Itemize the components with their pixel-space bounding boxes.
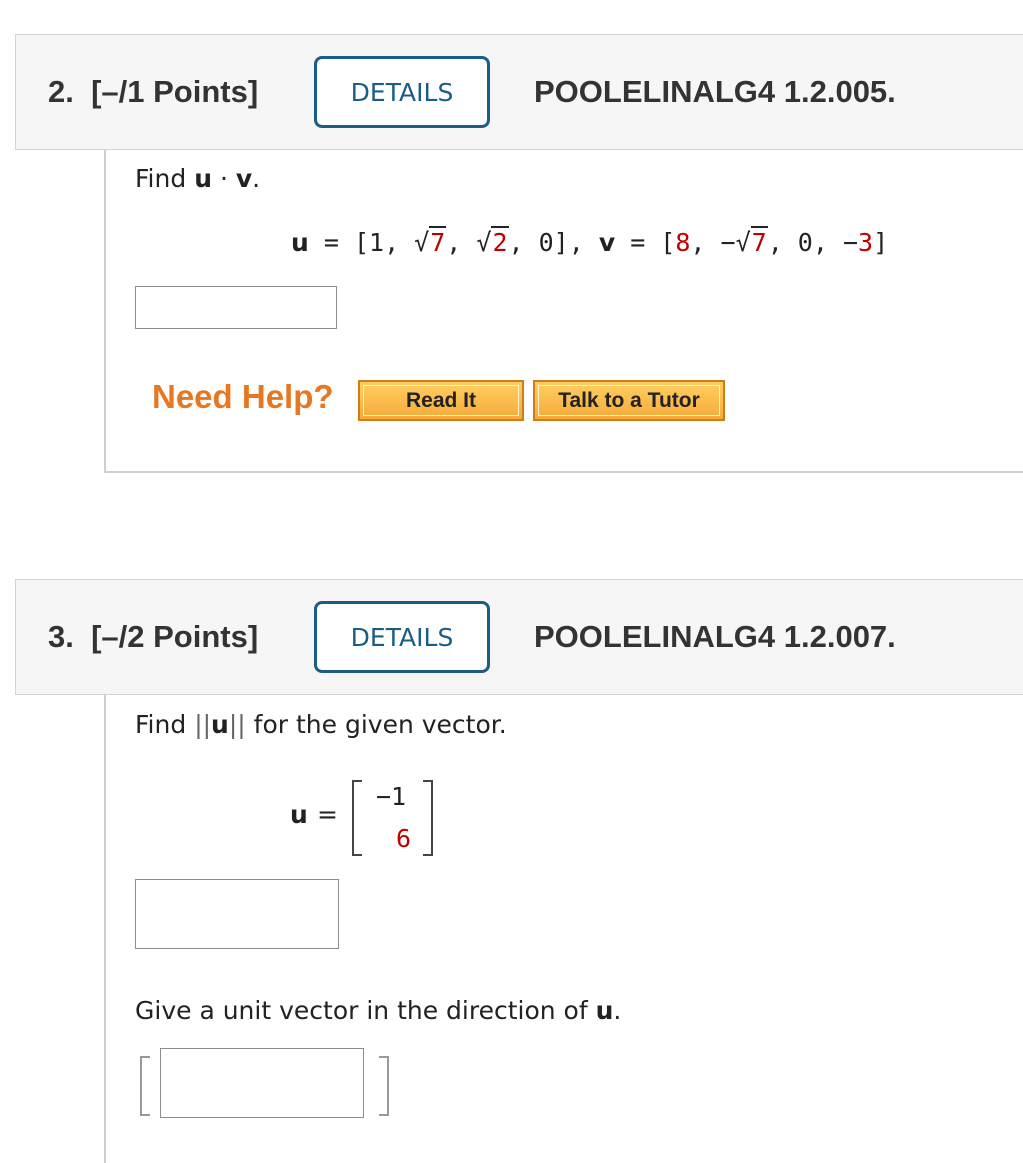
q3-header: 3. [–/2 Points] DETAILS POOLELINALG4 1.2… (15, 579, 1023, 695)
q2-details-button[interactable]: DETAILS (314, 56, 490, 128)
q2-header: 2. [–/1 Points] DETAILS POOLELINALG4 1.2… (15, 34, 1023, 150)
q3-unit-left-bracket (140, 1056, 150, 1116)
q3-vector-equals: = (317, 800, 338, 829)
q3-vector-bottom: 6 (396, 824, 412, 853)
q3-details-button[interactable]: DETAILS (314, 601, 490, 673)
q2-panel-left-border (104, 150, 106, 473)
q3-unit-vector-input[interactable] (160, 1048, 364, 1118)
q3-vector-right-bracket (423, 780, 433, 856)
q2-answer-input[interactable] (135, 286, 337, 329)
q3-prompt: Find ||u|| for the given vector. (135, 710, 507, 739)
q3-unit-right-bracket (379, 1056, 389, 1116)
q3-vector-top: −1 (376, 782, 407, 811)
q3-unit-vector-prompt: Give a unit vector in the direction of u… (135, 996, 622, 1025)
q2-problem-code: POOLELINALG4 1.2.005. (534, 74, 896, 109)
q3-vector-u-label: u (290, 800, 308, 829)
q3-norm-answer-input[interactable] (135, 879, 339, 949)
q2-number-points: 2. [–/1 Points] (48, 74, 259, 109)
q3-number-points: 3. [–/2 Points] (48, 619, 259, 654)
q3-panel-left-border (104, 695, 106, 1163)
q3-vector-left-bracket (352, 780, 362, 856)
q2-read-it-button[interactable]: Read It (358, 380, 524, 421)
q2-prompt: Find u · v. (135, 164, 261, 193)
q2-equation: u = [1, √7, √2, 0], v = [8, −√7, 0, −3] (291, 226, 889, 257)
q2-need-help-label: Need Help? (152, 378, 334, 415)
q2-panel-bottom-border (104, 471, 1023, 473)
q2-talk-to-tutor-button[interactable]: Talk to a Tutor (533, 380, 725, 421)
q3-vector-display: u = −1 6 (290, 778, 440, 858)
q3-problem-code: POOLELINALG4 1.2.007. (534, 619, 896, 654)
